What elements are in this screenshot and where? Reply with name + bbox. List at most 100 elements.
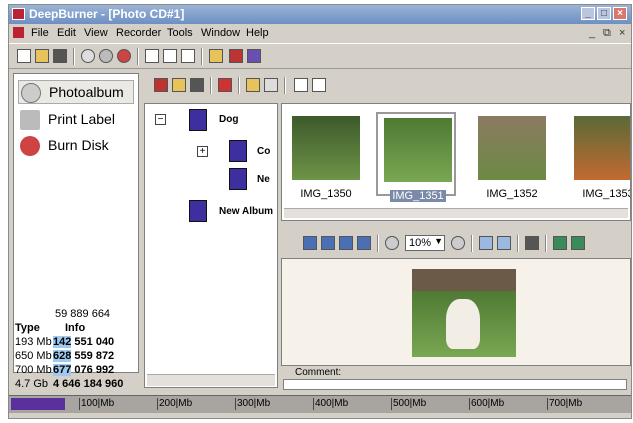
- tree-item-new-album[interactable]: New Album: [219, 206, 273, 217]
- tree-scrollbar[interactable]: [147, 374, 275, 386]
- capacity-fill: [11, 398, 65, 410]
- tree-item-ne[interactable]: Ne: [257, 174, 270, 185]
- app-icon: [12, 8, 25, 20]
- album-icon[interactable]: [190, 78, 204, 92]
- info-row[interactable]: 700 Mb 677 076 992: [13, 363, 139, 377]
- info-type: 650 Mb: [15, 350, 52, 362]
- toolbar-separator: [137, 48, 139, 65]
- nav-item-photoalbum[interactable]: Photoalbum: [18, 80, 134, 104]
- import-icon[interactable]: [229, 49, 243, 63]
- thumbnail-item-selected[interactable]: IMG_1351: [376, 112, 456, 202]
- photo-thumbnail: [384, 118, 452, 182]
- first-icon[interactable]: [303, 236, 317, 250]
- collapse-toggle[interactable]: −: [155, 114, 166, 125]
- comment-input[interactable]: [283, 379, 627, 390]
- disc-icon[interactable]: [81, 49, 95, 63]
- folder-icon[interactable]: [172, 78, 186, 92]
- info-highlight: 677: [53, 364, 72, 376]
- capacity-tick: [391, 398, 392, 410]
- zoom-select[interactable]: 10% ▼: [405, 235, 445, 251]
- window-title: DeepBurner - [Photo CD#1]: [29, 7, 185, 21]
- thumbnail-grid: IMG_1350 IMG_1351 IMG_1352 IMG_1353: [281, 103, 631, 221]
- info-type: 700 Mb: [15, 364, 52, 376]
- nav-item-burn-disk[interactable]: Burn Disk: [18, 134, 134, 158]
- toolbar-separator: [471, 235, 473, 252]
- open-icon[interactable]: [35, 49, 49, 63]
- burn-icon[interactable]: [117, 49, 131, 63]
- capacity-label: 200|Mb: [159, 398, 193, 409]
- new-icon[interactable]: [17, 49, 31, 63]
- dog-photo: [446, 299, 480, 349]
- menu-edit[interactable]: Edit: [57, 27, 76, 39]
- album-toolbar: [144, 73, 628, 101]
- delete-icon[interactable]: [218, 78, 232, 92]
- folder-icon[interactable]: [209, 49, 223, 63]
- mdi-restore-button[interactable]: ⧉: [603, 27, 611, 40]
- info-highlight: 142: [53, 336, 72, 348]
- previous-icon[interactable]: [321, 236, 335, 250]
- add-icon[interactable]: [154, 78, 168, 92]
- mdi-minimize-button[interactable]: _: [589, 27, 595, 39]
- zoom-in-icon[interactable]: [451, 236, 465, 250]
- menu-help[interactable]: Help: [246, 27, 269, 39]
- info-value: 142 551 040: [53, 336, 115, 348]
- capacity-tick: [157, 398, 158, 410]
- last-icon[interactable]: [357, 236, 371, 250]
- zoom-out-icon[interactable]: [385, 236, 399, 250]
- thumbnail-item[interactable]: IMG_1350: [286, 112, 366, 200]
- toolbar-separator: [210, 77, 212, 94]
- tree-item-dog[interactable]: Dog: [219, 114, 238, 125]
- menu-window[interactable]: Window: [201, 27, 240, 39]
- edit-icon[interactable]: [264, 78, 278, 92]
- photo-thumbnail: [292, 116, 360, 180]
- list-view-icon[interactable]: [312, 78, 326, 92]
- capacity-bar: 100|Mb 200|Mb 300|Mb 400|Mb 500|Mb 600|M…: [9, 395, 631, 413]
- cascade-icon[interactable]: [145, 49, 159, 63]
- album-icon: [229, 168, 247, 190]
- thumbnail-caption: IMG_1351: [378, 190, 458, 202]
- album-icon: [189, 109, 207, 131]
- mdi-close-button[interactable]: ×: [619, 27, 625, 39]
- export-icon[interactable]: [247, 49, 261, 63]
- thumbnail-scrollbar[interactable]: [284, 208, 628, 218]
- menu-file[interactable]: File: [31, 27, 49, 39]
- actual-size-icon[interactable]: [497, 236, 511, 250]
- capacity-tick: [547, 398, 548, 410]
- toolbar-separator: [73, 48, 75, 65]
- rotate-left-icon[interactable]: [553, 236, 567, 250]
- menu-tools[interactable]: Tools: [167, 27, 193, 39]
- album-icon: [229, 140, 247, 162]
- rotate-right-icon[interactable]: [571, 236, 585, 250]
- open-folder-icon[interactable]: [246, 78, 260, 92]
- minimize-button[interactable]: _: [581, 7, 595, 20]
- grid-icon[interactable]: [294, 78, 308, 92]
- info-highlight: 628: [53, 350, 72, 362]
- tree-item-co[interactable]: Co: [257, 146, 270, 157]
- toolbar-separator: [377, 235, 379, 252]
- save-icon[interactable]: [53, 49, 67, 63]
- thumbnail-item[interactable]: IMG_1352: [472, 112, 552, 200]
- close-button[interactable]: ×: [613, 7, 627, 20]
- maximize-button[interactable]: □: [597, 7, 611, 20]
- info-value: 628 559 872: [53, 350, 115, 362]
- info-total-row: 59 889 664: [13, 307, 139, 321]
- thumbnail-item[interactable]: IMG_1353: [568, 112, 630, 200]
- erase-disc-icon[interactable]: [99, 49, 113, 63]
- menu-view[interactable]: View: [84, 27, 108, 39]
- expand-toggle[interactable]: +: [197, 146, 208, 157]
- app-window: DeepBurner - [Photo CD#1] _ □ × File Edi…: [8, 4, 632, 419]
- nav-item-print-label[interactable]: Print Label: [18, 108, 134, 132]
- title-bar[interactable]: DeepBurner - [Photo CD#1] _ □ ×: [9, 5, 631, 24]
- info-row[interactable]: 193 Mb 142 551 040: [13, 335, 139, 349]
- info-row[interactable]: 650 Mb 628 559 872: [13, 349, 139, 363]
- fit-icon[interactable]: [479, 236, 493, 250]
- info-type: 4.7 Gb: [15, 378, 49, 390]
- next-icon[interactable]: [339, 236, 353, 250]
- toolbar-separator: [517, 235, 519, 252]
- nav-item-label: Burn Disk: [48, 137, 109, 153]
- info-row[interactable]: 4.7 Gb 4 646 184 960: [13, 377, 139, 391]
- properties-icon[interactable]: [525, 236, 539, 250]
- tile-horizontal-icon[interactable]: [163, 49, 177, 63]
- tile-vertical-icon[interactable]: [181, 49, 195, 63]
- menu-recorder[interactable]: Recorder: [116, 27, 161, 39]
